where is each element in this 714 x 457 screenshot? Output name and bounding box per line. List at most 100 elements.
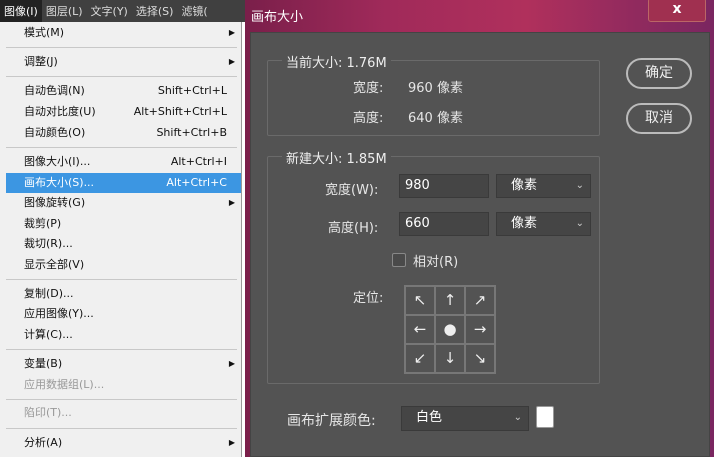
relative-label: 相对(R) <box>413 255 459 270</box>
image-menu-dropdown: 模式(M) ▶ 调整(J) ▶ 自动色调(N) Shift+Ctrl+L 自动对比度(U) A… <box>0 22 242 457</box>
menu-item-label: 计算(C)... <box>24 328 73 341</box>
menu-item[interactable]: 显示全部(V) <box>6 255 241 275</box>
menu-item-label: 显示全部(V) <box>24 258 85 271</box>
current-size-title: 当前大小: 1.76M <box>282 52 391 71</box>
relative-checkbox[interactable] <box>392 253 406 267</box>
menu-type[interactable]: 文字(Y) <box>87 0 132 22</box>
menu-item-label: 图像旋转(G) <box>24 196 86 209</box>
ok-button[interactable]: 确定 <box>626 58 692 89</box>
anchor-cell-6[interactable]: ↙ <box>405 344 435 373</box>
new-width-label: 宽度(W): <box>325 183 379 198</box>
chevron-down-icon: ⌄ <box>575 218 584 229</box>
new-height-label: 高度(H): <box>328 221 379 236</box>
close-button[interactable]: x <box>648 0 706 22</box>
anchor-cell-3[interactable]: ← <box>405 315 435 344</box>
anchor-grid: ↖ ↑ ↗ ← ● → ↙ ↓ ↘ <box>404 285 496 374</box>
menu-bar: 图像(I) 图层(L) 文字(Y) 选择(S) 滤镜( <box>0 0 245 22</box>
current-width-value: 960 像素 <box>408 81 463 96</box>
extension-color-label: 画布扩展颜色: <box>287 413 376 429</box>
menu-item-label: 模式(M) <box>24 26 65 39</box>
dialog-title: 画布大小 <box>251 10 304 25</box>
menu-item[interactable]: 自动对比度(U) Alt+Shift+Ctrl+L <box>6 102 241 122</box>
menu-separator <box>6 147 237 148</box>
chevron-down-icon: ⌄ <box>513 412 522 423</box>
anchor-cell-4[interactable]: ● <box>435 315 465 344</box>
submenu-arrow-icon: ▶ <box>228 28 235 37</box>
width-unit-value: 像素 <box>511 178 538 193</box>
extension-color-select[interactable]: 白色 ⌄ <box>401 406 529 431</box>
menu-layer[interactable]: 图层(L) <box>42 0 87 22</box>
menu-item-shortcut: Alt+Ctrl+C <box>166 176 227 189</box>
menu-item-label: 陷印(T)... <box>24 406 72 419</box>
menu-item-label: 裁剪(P) <box>24 217 62 230</box>
anchor-cell-0[interactable]: ↖ <box>405 286 435 315</box>
menu-item-label: 自动色调(N) <box>24 84 85 97</box>
menu-item-label: 分析(A) <box>24 436 63 449</box>
menu-item[interactable]: 裁切(R)... <box>6 234 241 254</box>
menu-separator <box>6 76 237 77</box>
menu-item[interactable]: 自动色调(N) Shift+Ctrl+L <box>6 81 241 101</box>
menu-item-shortcut: Alt+Shift+Ctrl+L <box>133 105 227 118</box>
menu-filter[interactable]: 滤镜( <box>177 0 211 22</box>
anchor-cell-1[interactable]: ↑ <box>435 286 465 315</box>
extension-color-swatch[interactable] <box>536 406 554 428</box>
menu-item-label: 画布大小(S)... <box>24 176 95 189</box>
menu-separator <box>6 279 237 280</box>
anchor-cell-5[interactable]: → <box>465 315 495 344</box>
new-size-title: 新建大小: 1.85M <box>282 148 391 167</box>
height-unit-value: 像素 <box>511 216 538 231</box>
menu-item-shortcut: Alt+Ctrl+I <box>170 155 227 168</box>
menu-item[interactable]: 裁剪(P) <box>6 214 241 234</box>
menu-item-label: 复制(D)... <box>24 287 74 300</box>
dialog-body: 当前大小: 1.76M 宽度: 960 像素 高度: 640 像素 新建大小: … <box>250 32 710 457</box>
menu-item-label: 裁切(R)... <box>24 237 73 250</box>
menu-item[interactable]: 图像大小(I)... Alt+Ctrl+I <box>6 152 241 172</box>
menu-item[interactable]: 分析(A) ▶ <box>6 433 241 453</box>
new-size-group: 新建大小: 1.85M 宽度(W): 980 像素 ⌄ 高度(H): 660 像素… <box>267 148 600 384</box>
menu-item[interactable]: 模式(M) ▶ <box>6 23 241 43</box>
menu-item-label: 应用数据组(L)... <box>24 378 105 391</box>
anchor-cell-7[interactable]: ↓ <box>435 344 465 373</box>
anchor-cell-8[interactable]: ↘ <box>465 344 495 373</box>
height-unit-select[interactable]: 像素 ⌄ <box>496 212 591 236</box>
height-input[interactable]: 660 <box>399 212 489 236</box>
menu-item-label: 变量(B) <box>24 357 63 370</box>
submenu-arrow-icon: ▶ <box>228 57 235 66</box>
menu-item-shortcut: Shift+Ctrl+B <box>156 126 227 139</box>
anchor-cell-2[interactable]: ↗ <box>465 286 495 315</box>
width-unit-select[interactable]: 像素 ⌄ <box>496 174 591 198</box>
menu-item: 应用数据组(L)... <box>6 375 241 395</box>
submenu-arrow-icon: ▶ <box>228 359 235 368</box>
menu-item-label: 自动颜色(O) <box>24 126 86 139</box>
current-size-group: 当前大小: 1.76M 宽度: 960 像素 高度: 640 像素 <box>267 52 600 136</box>
menu-item[interactable]: 调整(J) ▶ <box>6 52 241 72</box>
menu-item-label: 图像大小(I)... <box>24 155 91 168</box>
menu-item: 陷印(T)... <box>6 403 241 423</box>
menu-item[interactable]: 图像旋转(G) ▶ <box>6 193 241 213</box>
menu-item[interactable]: 应用图像(Y)... <box>6 304 241 324</box>
menu-item[interactable]: 画布大小(S)... Alt+Ctrl+C <box>6 173 241 193</box>
chevron-down-icon: ⌄ <box>575 180 584 191</box>
current-height-value: 640 像素 <box>408 111 463 126</box>
anchor-label: 定位: <box>353 291 384 306</box>
menu-item[interactable]: 计算(C)... <box>6 325 241 345</box>
menu-image[interactable]: 图像(I) <box>0 0 42 22</box>
menu-item[interactable]: 变量(B) ▶ <box>6 354 241 374</box>
current-width-label: 宽度: <box>353 81 384 96</box>
cancel-button[interactable]: 取消 <box>626 103 692 134</box>
canvas-size-dialog: 画布大小 x 当前大小: 1.76M 宽度: 960 像素 高度: 640 像素… <box>245 0 714 457</box>
menu-item-label: 调整(J) <box>24 55 58 68</box>
menu-select[interactable]: 选择(S) <box>132 0 178 22</box>
menu-item[interactable]: 复制(D)... <box>6 284 241 304</box>
submenu-arrow-icon: ▶ <box>228 198 235 207</box>
menu-item-label: 应用图像(Y)... <box>24 307 94 320</box>
menu-item[interactable]: 自动颜色(O) Shift+Ctrl+B <box>6 123 241 143</box>
menu-item-label: 自动对比度(U) <box>24 105 96 118</box>
menu-separator <box>6 428 237 429</box>
menu-item-shortcut: Shift+Ctrl+L <box>157 84 227 97</box>
current-height-label: 高度: <box>353 111 384 126</box>
width-input[interactable]: 980 <box>399 174 489 198</box>
menu-separator <box>6 47 237 48</box>
extension-color-value: 白色 <box>416 410 443 425</box>
submenu-arrow-icon: ▶ <box>228 438 235 447</box>
